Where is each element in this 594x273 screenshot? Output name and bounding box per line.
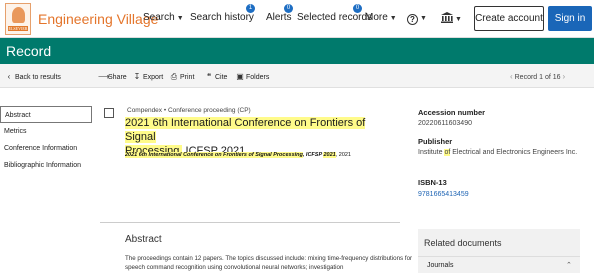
sign-in-button[interactable]: Sign in bbox=[548, 6, 592, 31]
elsevier-logo[interactable]: ELSEVIER bbox=[5, 3, 31, 35]
nav-more-label: More bbox=[365, 12, 388, 23]
quote-icon: ❝ bbox=[206, 72, 212, 81]
question-icon: ? bbox=[407, 14, 418, 25]
nav-search[interactable]: Search ▼ bbox=[143, 12, 184, 23]
accession-value: 20220611603490 bbox=[418, 120, 472, 127]
print-icon: ⎙ bbox=[170, 72, 178, 81]
citation-mid: , ICFSP bbox=[302, 152, 324, 158]
isbn-link[interactable]: 9781665413459 bbox=[418, 190, 469, 200]
pager-label: Record 1 of 16 bbox=[514, 74, 561, 81]
record-meta: Compendex • Conference proceeding (CP) bbox=[127, 107, 251, 114]
share-label: Share bbox=[108, 74, 127, 81]
record-pager: ‹ Record 1 of 16 › bbox=[510, 72, 565, 81]
section-nav-conference-information[interactable]: Conference Information bbox=[0, 140, 92, 157]
abstract-text: The proceedings contain 12 papers. The t… bbox=[125, 255, 413, 271]
section-nav-metrics[interactable]: Metrics bbox=[0, 123, 92, 140]
print-label: Print bbox=[180, 74, 195, 81]
publisher-value: Institute of Electrical and Electronics … bbox=[418, 148, 588, 158]
nav-alerts-label: Alerts bbox=[266, 12, 292, 23]
page-title: Record bbox=[6, 43, 52, 59]
folder-icon: ▣ bbox=[236, 72, 244, 81]
print-button[interactable]: ⎙ Print bbox=[170, 72, 195, 82]
export-button[interactable]: ↧ Export bbox=[133, 72, 164, 81]
accession-label: Accession number bbox=[418, 108, 486, 117]
record-toolbar: ‹ Back to results ⟶Share ↧ Export ⎙ Print ❝… bbox=[0, 64, 594, 88]
next-record-icon[interactable]: › bbox=[563, 72, 566, 81]
alerts-badge: 0 bbox=[284, 4, 293, 13]
journals-label: Journals bbox=[427, 262, 454, 269]
publisher-post: Electrical and Electronics Engineers Inc… bbox=[450, 149, 578, 156]
nav-alerts[interactable]: Alerts 0 bbox=[266, 4, 293, 23]
previous-record-icon[interactable]: ‹ bbox=[510, 72, 513, 81]
record-header-band: Record bbox=[0, 38, 594, 64]
create-account-button[interactable]: Create account bbox=[474, 6, 544, 31]
section-nav-abstract[interactable]: Abstract bbox=[0, 106, 92, 123]
institution-icon bbox=[441, 12, 453, 23]
help-menu[interactable]: ? ▼ bbox=[407, 12, 427, 25]
section-nav-bibliographic-information[interactable]: Bibliographic Information bbox=[0, 157, 92, 174]
section-divider bbox=[100, 222, 400, 223]
record-doc-type: Conference proceeding (CP) bbox=[167, 107, 251, 114]
publisher-label: Publisher bbox=[418, 137, 453, 146]
chevron-left-icon: ‹ bbox=[7, 72, 11, 81]
abstract-heading: Abstract bbox=[125, 234, 162, 245]
journals-accordion[interactable]: Journals ⌃ bbox=[418, 256, 580, 273]
folders-button[interactable]: ▣ Folders bbox=[236, 72, 269, 81]
isbn-label: ISBN-13 bbox=[418, 178, 447, 187]
logo-text: ELSEVIER bbox=[8, 26, 28, 31]
share-button[interactable]: ⟶Share bbox=[98, 72, 127, 81]
related-documents-panel: Related documents Journals ⌃ bbox=[418, 229, 580, 273]
selected-records-badge: 0 bbox=[353, 4, 362, 13]
folders-label: Folders bbox=[246, 74, 270, 81]
citation-year: 2021 bbox=[323, 152, 336, 158]
export-label: Export bbox=[143, 74, 164, 81]
institution-menu[interactable]: ▼ bbox=[441, 12, 462, 24]
back-label: Back to results bbox=[15, 74, 61, 81]
nav-more[interactable]: More ▼ bbox=[365, 12, 397, 23]
nav-search-label: Search bbox=[143, 12, 175, 23]
record-source: Compendex bbox=[127, 107, 163, 114]
nav-search-history-label: Search history bbox=[190, 12, 254, 23]
back-to-results-link[interactable]: ‹ Back to results bbox=[5, 72, 61, 81]
record-citation: 2021 6th International Conference on Fro… bbox=[125, 152, 405, 158]
chevron-down-icon: ▼ bbox=[420, 15, 427, 22]
top-navbar: ELSEVIER Engineering Village Search ▼ Sea… bbox=[0, 0, 594, 38]
download-icon: ↧ bbox=[133, 72, 141, 81]
section-nav: Abstract Metrics Conference Information … bbox=[0, 106, 92, 174]
search-history-badge: 1 bbox=[246, 4, 255, 13]
nav-selected-records[interactable]: Selected records 0 bbox=[297, 4, 373, 23]
chevron-down-icon: ▼ bbox=[176, 15, 184, 22]
nav-search-history[interactable]: Search history 1 bbox=[190, 4, 255, 23]
record-select-checkbox[interactable] bbox=[104, 108, 114, 118]
citation-conference[interactable]: 2021 6th International Conference on Fro… bbox=[125, 152, 303, 158]
tree-icon bbox=[12, 7, 25, 23]
share-icon: ⟶ bbox=[98, 72, 110, 81]
chevron-down-icon: ▼ bbox=[389, 15, 397, 22]
record-title-line1: 2021 6th International Conference on Fro… bbox=[125, 117, 366, 143]
nav-selected-records-label: Selected records bbox=[297, 12, 373, 23]
cite-label: Cite bbox=[215, 74, 228, 81]
publisher-pre: Institute bbox=[418, 149, 445, 156]
related-documents-heading: Related documents bbox=[424, 238, 502, 248]
citation-end: , 2021 bbox=[335, 152, 351, 158]
brand-name[interactable]: Engineering Village bbox=[38, 11, 158, 27]
chevron-up-icon: ⌃ bbox=[566, 262, 572, 269]
chevron-down-icon: ▼ bbox=[455, 16, 462, 23]
cite-button[interactable]: ❝ Cite bbox=[205, 72, 228, 81]
